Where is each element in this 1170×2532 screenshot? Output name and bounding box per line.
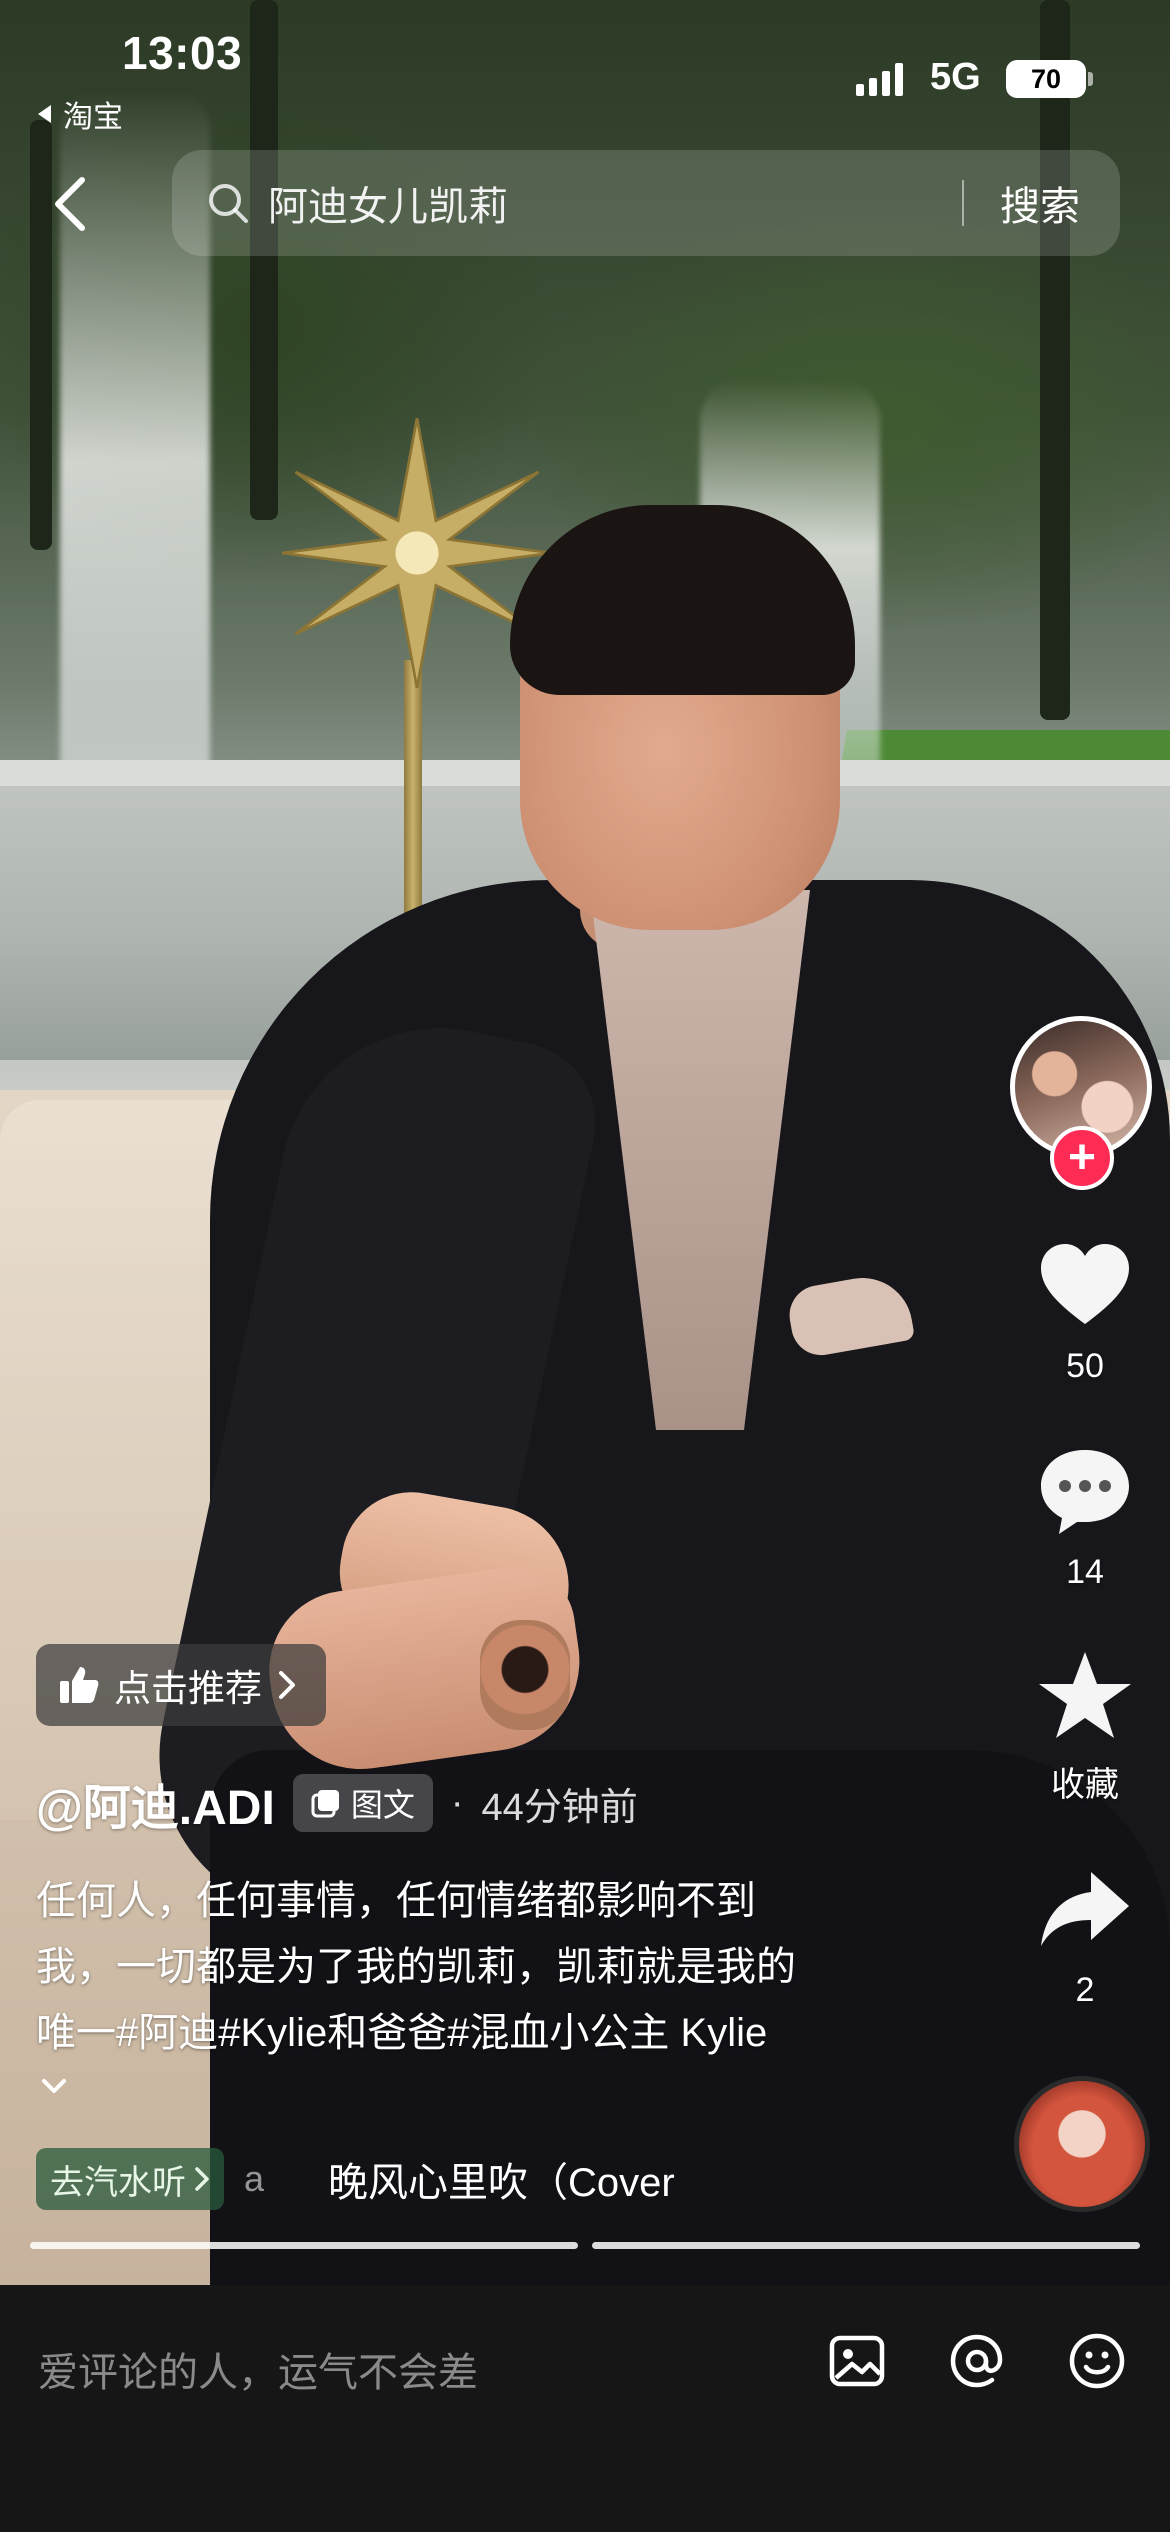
music-marquee-fragment: a	[244, 2158, 265, 2199]
recommend-button[interactable]: 点击推荐	[36, 1644, 326, 1726]
emoji-icon[interactable]	[1066, 2330, 1128, 2392]
battery-icon: 70	[1006, 60, 1086, 98]
network-type: 5G	[930, 56, 981, 98]
favorite-label: 收藏	[1051, 1766, 1119, 1804]
post-type-tag: 图文	[292, 1774, 433, 1832]
post-caption[interactable]: 任何人，任何事情，任何情绪都影响不到 我，一切都是为了我的凯莉，凯莉就是我的 唯…	[36, 1868, 916, 2066]
chevron-right-icon	[195, 2167, 209, 2191]
comment-button[interactable]: 14	[1020, 1442, 1150, 1592]
battery-cap	[1088, 72, 1093, 86]
heart-icon	[1041, 1244, 1129, 1324]
comment-bubble-icon	[1041, 1450, 1129, 1534]
like-button[interactable]: 50	[1020, 1236, 1150, 1386]
like-count: 50	[1066, 1347, 1104, 1385]
comment-count: 14	[1066, 1553, 1104, 1591]
music-title: 晚风心里吹（Cover	[328, 2161, 675, 2205]
author-line: @阿迪.ADI 图文 · 44分钟前	[36, 1768, 638, 1838]
share-count: 2	[1075, 1971, 1095, 2009]
thumbs-up-icon	[60, 1667, 99, 1703]
search-icon	[209, 184, 248, 223]
signal-icon	[856, 62, 903, 96]
music-disc-avatar[interactable]	[1014, 2076, 1150, 2212]
author-name[interactable]: @阿迪.ADI	[36, 1768, 275, 1838]
post-type-label: 图文	[350, 1787, 415, 1823]
back-arrow-icon[interactable]	[48, 176, 92, 232]
star-icon	[1039, 1652, 1131, 1738]
search-button[interactable]: 搜索	[1000, 174, 1080, 232]
separator-dot: ·	[450, 1781, 464, 1824]
status-time: 13:03	[122, 27, 243, 79]
post-time: 44分钟前	[481, 1786, 638, 1829]
back-to-app-link[interactable]: 淘宝	[38, 92, 123, 136]
image-text-icon	[311, 1790, 339, 1818]
back-triangle-icon	[38, 105, 51, 123]
search-bar[interactable]: 阿迪女儿凯莉 搜索	[172, 150, 1120, 256]
hair	[510, 505, 855, 695]
follow-button[interactable]: +	[1050, 1126, 1114, 1190]
listen-on-qishui-button[interactable]: 去汽水听	[36, 2148, 224, 2210]
search-divider	[962, 180, 964, 226]
comment-bar	[0, 2285, 1170, 2532]
chevron-right-icon	[279, 1671, 295, 1699]
caption-line: 任何人，任何事情，任何情绪都影响不到	[36, 1879, 756, 1923]
watch	[480, 1620, 570, 1730]
progress-segment	[592, 2242, 1140, 2249]
back-app-label: 淘宝	[63, 101, 123, 134]
search-input[interactable]: 阿迪女儿凯莉	[268, 174, 962, 232]
favorite-button[interactable]: 收藏	[1020, 1646, 1150, 1806]
progress-segment	[30, 2242, 578, 2249]
caption-line: 我，一切都是为了我的凯莉，凯莉就是我的	[36, 1945, 796, 1989]
share-button[interactable]: 2	[1020, 1860, 1150, 2010]
comment-input[interactable]: 爱评论的人，运气不会差	[38, 2340, 478, 2398]
tree-trunk	[250, 0, 278, 520]
share-arrow-icon	[1041, 1872, 1129, 1946]
expand-chevron-icon[interactable]	[40, 2076, 68, 2096]
image-icon[interactable]	[826, 2330, 888, 2392]
music-row[interactable]: 去汽水听 a 晚风心里吹（Cover	[36, 2148, 675, 2210]
mention-icon[interactable]	[946, 2330, 1008, 2392]
listen-label: 去汽水听	[50, 2163, 186, 2202]
recommend-label: 点击推荐	[114, 1668, 262, 1709]
caption-line: 唯一#阿迪#Kylie和爸爸#混血小公主 Kylie	[36, 2011, 768, 2055]
